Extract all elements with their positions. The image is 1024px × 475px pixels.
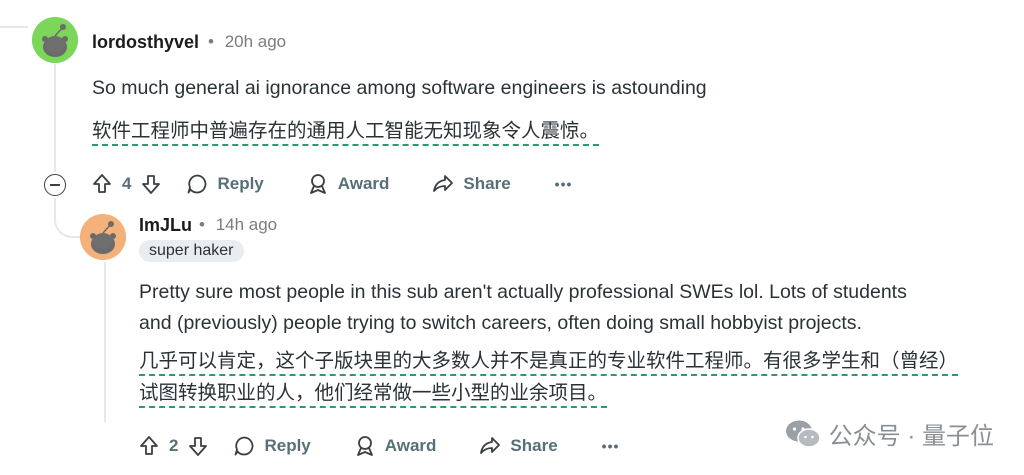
award-button[interactable]: Award xyxy=(353,434,437,458)
more-options-button[interactable]: ••• xyxy=(555,176,573,192)
award-button[interactable]: Award xyxy=(306,172,390,196)
more-options-icon: ••• xyxy=(554,176,573,192)
upvote-icon[interactable] xyxy=(137,434,161,458)
share-label: Share xyxy=(463,174,511,193)
reply-icon xyxy=(235,436,254,456)
thread-line-comment1 xyxy=(54,64,56,172)
vote-group: 2 xyxy=(137,434,210,458)
vote-count: 4 xyxy=(122,174,132,193)
award-label: Award xyxy=(337,174,390,193)
comment-author[interactable]: lordosthyvel xyxy=(92,32,199,53)
downvote-icon[interactable] xyxy=(186,434,210,458)
award-icon xyxy=(356,436,373,456)
wechat-icon xyxy=(785,420,821,448)
more-options-icon: ••• xyxy=(601,438,620,454)
translation-text: 试图转换职业的人，他们经常做一些小型的业余项目。 xyxy=(139,382,608,408)
meta-separator: • xyxy=(208,32,214,51)
snoo-avatar-icon xyxy=(80,214,126,260)
thread-line-comment2 xyxy=(104,262,106,422)
thread-connector-top xyxy=(0,0,28,28)
comment-body-en-line1: Pretty sure most people in this sub aren… xyxy=(139,281,907,303)
downvote-icon[interactable] xyxy=(139,172,163,196)
share-icon xyxy=(433,175,454,192)
vote-count: 2 xyxy=(169,436,179,455)
reply-icon xyxy=(188,174,207,194)
more-options-button[interactable]: ••• xyxy=(602,438,620,454)
user-flair: super haker xyxy=(139,240,244,262)
share-label: Share xyxy=(510,436,558,455)
comment-body-zh-line1: 几乎可以肯定，这个子版块里的大多数人并不是真正的专业软件工程师。有很多学生和（曾… xyxy=(139,346,959,377)
comment-author[interactable]: ImJLu xyxy=(139,215,192,236)
comment-timestamp[interactable]: 20h ago xyxy=(225,32,286,51)
comment-body-zh: 软件工程师中普遍存在的通用人工智能无知现象令人震惊。 xyxy=(92,116,600,147)
comment-body-en: So much general ai ignorance among softw… xyxy=(92,77,707,99)
meta-separator: • xyxy=(199,215,205,234)
comment-actions: 4 Reply Award Share ••• xyxy=(90,172,572,196)
reply-button[interactable]: Reply xyxy=(185,172,264,196)
watermark-text: 公众号 · 量子位 xyxy=(828,423,994,450)
translation-text: 几乎可以肯定，这个子版块里的大多数人并不是真正的专业软件工程师。有很多学生和（曾… xyxy=(139,350,959,376)
watermark: 公众号 · 量子位 xyxy=(785,416,994,451)
vote-group: 4 xyxy=(90,172,163,196)
avatar[interactable] xyxy=(32,17,78,63)
comment-timestamp[interactable]: 14h ago xyxy=(216,215,277,234)
comment-meta: • 20h ago xyxy=(208,32,286,52)
share-button[interactable]: Share xyxy=(431,172,511,196)
collapse-thread-button[interactable] xyxy=(44,174,66,196)
comment-body-en-line2: and (previously) people trying to switch… xyxy=(139,312,862,334)
award-label: Award xyxy=(384,436,437,455)
comment-meta: • 14h ago xyxy=(199,215,277,235)
translation-text: 软件工程师中普遍存在的通用人工智能无知现象令人震惊。 xyxy=(92,120,600,146)
share-button[interactable]: Share xyxy=(478,434,558,458)
avatar[interactable] xyxy=(80,214,126,260)
comment-actions: 2 Reply Award Share ••• xyxy=(137,434,619,458)
snoo-avatar-icon xyxy=(32,17,78,63)
upvote-icon[interactable] xyxy=(90,172,114,196)
reply-label: Reply xyxy=(217,174,264,193)
share-icon xyxy=(480,437,501,454)
reply-label: Reply xyxy=(264,436,311,455)
award-icon xyxy=(309,174,326,194)
reply-button[interactable]: Reply xyxy=(232,434,311,458)
comment-body-zh-line2: 试图转换职业的人，他们经常做一些小型的业余项目。 xyxy=(139,378,608,409)
